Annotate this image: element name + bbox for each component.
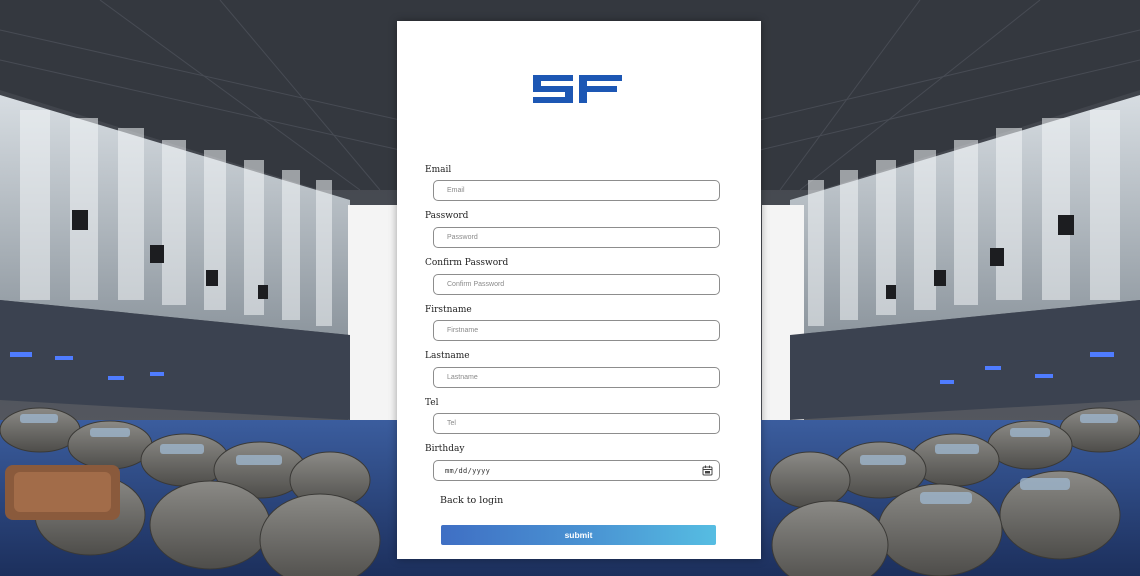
- password-label: Password: [425, 211, 469, 221]
- password-placeholder: Password: [447, 234, 478, 241]
- confirm-password-placeholder: Confirm Password: [447, 281, 505, 288]
- lastname-input[interactable]: Lastname: [433, 367, 720, 388]
- back-to-login-link[interactable]: Back to login: [440, 495, 503, 506]
- lastname-label: Lastname: [425, 351, 470, 361]
- firstname-input[interactable]: Firstname: [433, 320, 720, 341]
- email-input[interactable]: Email: [433, 180, 720, 201]
- email-label: Email: [425, 165, 452, 175]
- tel-input[interactable]: Tel: [433, 413, 720, 434]
- birthday-placeholder: mm/dd/yyyy: [445, 466, 491, 475]
- firstname-placeholder: Firstname: [447, 327, 479, 334]
- birthday-date-input[interactable]: mm/dd/yyyy: [433, 460, 720, 481]
- calendar-icon[interactable]: [702, 465, 713, 476]
- confirm-password-input[interactable]: Confirm Password: [433, 274, 720, 295]
- firstname-label: Firstname: [425, 305, 472, 315]
- signup-card: Email Email Password Password Confirm Pa…: [397, 21, 761, 559]
- confirm-password-label: Confirm Password: [425, 258, 509, 268]
- sf-logo-icon: [533, 75, 622, 103]
- lastname-placeholder: Lastname: [447, 374, 478, 381]
- birthday-label: Birthday: [425, 444, 465, 454]
- password-input[interactable]: Password: [433, 227, 720, 248]
- submit-button[interactable]: submit: [441, 525, 716, 545]
- email-placeholder: Email: [447, 187, 465, 194]
- tel-placeholder: Tel: [447, 420, 456, 427]
- tel-label: Tel: [425, 398, 439, 408]
